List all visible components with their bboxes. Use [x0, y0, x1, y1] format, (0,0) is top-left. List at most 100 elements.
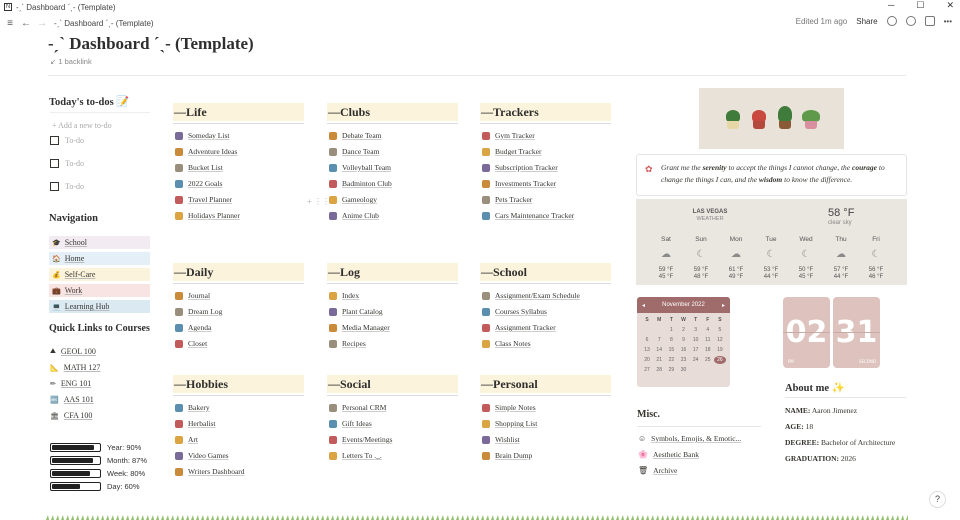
calendar-day[interactable]: 12	[714, 336, 726, 344]
page-link[interactable]: Anime Club	[329, 211, 379, 220]
calendar-day[interactable]: 15	[665, 346, 677, 354]
share-button[interactable]: Share	[856, 17, 877, 26]
page-link[interactable]: Assignment/Exam Schedule	[482, 291, 580, 300]
calendar-day[interactable]: 13	[641, 346, 653, 354]
page-link[interactable]: Cars Maintenance Tracker	[482, 211, 574, 220]
calendar-day[interactable]: 8	[665, 336, 677, 344]
page-link[interactable]: Personal CRM	[329, 403, 386, 412]
page-link[interactable]: Someday List	[175, 131, 229, 140]
page-link[interactable]: Gift Ideas	[329, 419, 372, 428]
calendar-day[interactable]: 6	[641, 336, 653, 344]
calendar-day[interactable]: 20	[641, 356, 653, 364]
page-link[interactable]: Agenda	[175, 323, 211, 332]
todo-checkbox[interactable]	[50, 159, 59, 168]
page-link[interactable]: Badminton Club	[329, 179, 392, 188]
course-link[interactable]: 📐 MATH 127	[50, 363, 100, 372]
page-link[interactable]: Pets Tracker	[482, 195, 532, 204]
page-link[interactable]: Adventure Ideas	[175, 147, 237, 156]
menu-icon[interactable]: ≡	[4, 17, 16, 29]
page-link[interactable]: Plant Catalog	[329, 307, 383, 316]
comments-icon[interactable]	[886, 16, 897, 26]
page-link[interactable]: Bakery	[175, 403, 210, 412]
nav-item-work[interactable]: 💼 Work	[49, 284, 150, 297]
page-link[interactable]: Subscription Tracker	[482, 163, 558, 172]
page-link[interactable]: Events/Meetings	[329, 435, 392, 444]
page-link[interactable]: Simple Notes	[482, 403, 536, 412]
calendar-day[interactable]: 21	[653, 356, 665, 364]
favorite-icon[interactable]	[924, 16, 935, 26]
page-link[interactable]: Travel Planner	[175, 195, 232, 204]
breadcrumb[interactable]: -ˏˋ Dashboard ˊˎ- (Template)	[54, 19, 154, 28]
page-link[interactable]: Art	[175, 435, 198, 444]
prev-month-icon[interactable]: ◂	[642, 302, 645, 309]
page-link[interactable]: Courses Syllabus	[482, 307, 547, 316]
page-link[interactable]: Bucket List	[175, 163, 223, 172]
page-link[interactable]: Brain Dump	[482, 451, 532, 460]
calendar-day[interactable]: 26	[713, 356, 726, 364]
page-link[interactable]: Class Notes	[482, 339, 531, 348]
page-link[interactable]: Gameology	[329, 195, 377, 204]
page-link[interactable]: Closet	[175, 339, 207, 348]
page-link[interactable]: Video Games	[175, 451, 229, 460]
forward-arrow-icon[interactable]: →	[36, 17, 48, 29]
misc-link[interactable]: ☺ Symbols, Emojis, & Emotic...	[638, 434, 741, 443]
next-month-icon[interactable]: ▸	[722, 302, 725, 309]
page-link[interactable]: Writers Dashboard	[175, 467, 245, 476]
calendar-day[interactable]: 17	[690, 346, 702, 354]
nav-item-home[interactable]: 🏠 Home	[49, 252, 150, 265]
page-link[interactable]: Wishlist	[482, 435, 520, 444]
page-link[interactable]: Recipes	[329, 339, 366, 348]
calendar-day[interactable]: 28	[653, 366, 665, 374]
calendar-day[interactable]: 10	[690, 336, 702, 344]
calendar-day[interactable]: 29	[665, 366, 677, 374]
updates-icon[interactable]	[905, 16, 916, 26]
page-link[interactable]: Letters To ._.	[329, 451, 382, 460]
help-button[interactable]: ?	[929, 491, 946, 508]
calendar-day[interactable]: 1	[665, 326, 677, 334]
calendar-day[interactable]: 19	[714, 346, 726, 354]
calendar-day[interactable]: 23	[677, 356, 689, 364]
calendar-widget[interactable]: ◂ November 2022 ▸ S M T W T F S 1 2 3 4 5 6 7 8 9 10 11 12…	[637, 297, 730, 387]
weather-widget[interactable]: LAS VEGAS WEATHER 58 °F clear sky Sat ☁ 59…	[636, 199, 907, 285]
page-link[interactable]: Index	[329, 291, 359, 300]
page-link[interactable]: Journal	[175, 291, 210, 300]
calendar-day[interactable]: 24	[690, 356, 702, 364]
calendar-day[interactable]: 11	[702, 336, 714, 344]
page-link[interactable]: Herbalist	[175, 419, 216, 428]
todo-checkbox[interactable]	[50, 136, 59, 145]
backlink-link[interactable]: ↙ 1 backlink	[50, 57, 92, 66]
course-link[interactable]: 🔤 AAS 101	[50, 395, 94, 404]
page-link[interactable]: Media Manager	[329, 323, 390, 332]
nav-item-self-care[interactable]: 💰 Self-Care	[49, 268, 150, 281]
page-link[interactable]: Gym Tracker	[482, 131, 535, 140]
course-link[interactable]: 🏛 CFA 100	[50, 411, 92, 420]
drag-handle-icon[interactable]: + ⋮⋮	[307, 197, 330, 206]
calendar-day[interactable]: 16	[677, 346, 689, 354]
minimize-button[interactable]: ─	[888, 0, 894, 11]
todo-item[interactable]: To-do	[50, 159, 84, 168]
calendar-day[interactable]: 18	[702, 346, 714, 354]
page-link[interactable]: Assignment Tracker	[482, 323, 556, 332]
todo-checkbox[interactable]	[50, 182, 59, 191]
calendar-day[interactable]: 27	[641, 366, 653, 374]
calendar-day[interactable]: 2	[677, 326, 689, 334]
misc-link[interactable]: 🌸 Aesthetic Bank	[638, 450, 699, 459]
course-link[interactable]: ✏ ENG 101	[50, 379, 91, 388]
page-link[interactable]: Debate Team	[329, 131, 382, 140]
page-link[interactable]: 2022 Goals	[175, 179, 222, 188]
page-link[interactable]: Shopping List	[482, 419, 537, 428]
close-button[interactable]: ✕	[946, 0, 954, 11]
misc-link[interactable]: 🗑 Archive	[638, 466, 677, 475]
page-link[interactable]: Investments Tracker	[482, 179, 556, 188]
page-link[interactable]: Dream Log	[175, 307, 222, 316]
calendar-day[interactable]: 22	[665, 356, 677, 364]
todo-item[interactable]: To-do	[50, 182, 84, 191]
course-link[interactable]: ⛰ GEOL 100	[50, 347, 96, 356]
more-options-icon[interactable]: •••	[944, 17, 952, 26]
calendar-day[interactable]: 30	[677, 366, 689, 374]
calendar-day[interactable]: 5	[714, 326, 726, 334]
page-link[interactable]: Holidays Planner	[175, 211, 240, 220]
back-arrow-icon[interactable]: ←	[20, 17, 32, 29]
calendar-day[interactable]: 7	[653, 336, 665, 344]
page-link[interactable]: Dance Team	[329, 147, 379, 156]
